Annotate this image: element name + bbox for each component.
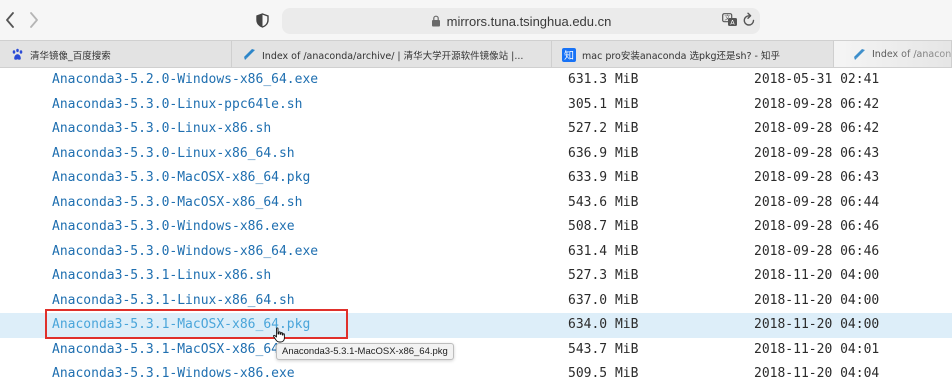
file-link[interactable]: Anaconda3-5.3.0-Windows-x86.exe	[52, 215, 295, 240]
table-row: Anaconda3-5.3.1-Linux-x86.sh 527.3 MiB 2…	[0, 264, 952, 289]
file-date: 2018-11-20 04:00	[754, 317, 880, 332]
zhihu-icon: 知	[562, 47, 576, 62]
file-link[interactable]: Anaconda3-5.3.0-Linux-x86.sh	[52, 117, 271, 142]
back-button[interactable]	[0, 9, 20, 31]
file-size: 636.9 MiB	[568, 145, 639, 161]
file-size: 508.7 MiB	[568, 219, 639, 234]
tab-title: Index of /anaconda/archive/ | 清华大学开源软件镜像…	[262, 50, 524, 62]
file-link[interactable]: Anaconda3-5.3.0-Linux-x86_64.sh	[52, 142, 295, 167]
reload-icon	[743, 12, 755, 26]
file-link[interactable]: Anaconda3-5.3.0-Windows-x86_64.exe	[52, 240, 318, 265]
lock-icon	[431, 15, 440, 27]
file-date: 2018-09-28 06:43	[754, 170, 880, 185]
address-bar[interactable]: mirrors.tuna.tsinghua.edu.cn	[282, 8, 760, 34]
translate-button[interactable]: 文 A	[722, 13, 738, 27]
tab-tuna-archive-active[interactable]: Index of /anaconda/archi	[834, 41, 952, 67]
file-listing: Anaconda3-5.2.0-Windows-x86_64.exe 631.3…	[0, 68, 952, 388]
tab-zhihu[interactable]: 知 mac pro安装anaconda 选pkg还是sh? - 知乎	[552, 41, 834, 67]
table-row-hovered: Anaconda3-5.3.1-MacOSX-x86_64.pkg 634.0 …	[0, 313, 952, 338]
file-date: 2018-05-31 02:41	[754, 72, 880, 87]
file-link[interactable]: Anaconda3-5.3.0-MacOSX-x86_64.sh	[52, 191, 302, 216]
table-row: Anaconda3-5.3.0-Windows-x86.exe 508.7 Mi…	[0, 215, 952, 240]
file-size: 634.0 MiB	[568, 317, 639, 332]
file-link[interactable]: Anaconda3-5.2.0-Windows-x86_64.exe	[52, 68, 318, 93]
svg-text:A: A	[730, 19, 735, 27]
url-text: mirrors.tuna.tsinghua.edu.cn	[446, 13, 612, 29]
chevron-right-icon	[30, 12, 38, 28]
file-date: 2018-09-28 06:44	[754, 194, 880, 210]
file-size: 527.3 MiB	[568, 268, 639, 283]
file-link[interactable]: Anaconda3-5.3.0-Linux-ppc64le.sh	[52, 93, 302, 118]
file-date: 2018-11-20 04:01	[754, 341, 880, 357]
table-row: Anaconda3-5.3.0-MacOSX-x86_64.pkg 633.9 …	[0, 166, 952, 191]
table-row: Anaconda3-5.3.0-MacOSX-x86_64.sh 543.6 M…	[0, 191, 952, 216]
privacy-report-button[interactable]	[253, 11, 271, 29]
file-size: 637.0 MiB	[568, 292, 639, 308]
tab-title: Index of /anaconda/archi	[872, 49, 951, 60]
file-link[interactable]: Anaconda3-5.3.1-MacOSX-x86_64.sh	[52, 338, 302, 363]
table-row: Anaconda3-5.3.0-Linux-ppc64le.sh 305.1 M…	[0, 93, 952, 118]
file-size: 543.6 MiB	[568, 194, 639, 210]
file-size: 509.5 MiB	[568, 366, 639, 381]
file-date: 2018-09-28 06:46	[754, 219, 880, 234]
file-link[interactable]: Anaconda3-5.3.0-MacOSX-x86_64.pkg	[52, 166, 310, 191]
forward-button[interactable]	[24, 9, 44, 31]
file-date: 2018-09-28 06:42	[754, 96, 880, 112]
file-link[interactable]: Anaconda3-5.3.1-Windows-x86.exe	[52, 362, 295, 387]
shield-icon	[255, 12, 269, 28]
file-size: 631.4 MiB	[568, 243, 639, 259]
file-date: 2018-09-28 06:46	[754, 243, 880, 259]
tab-title: 清华镜像_百度搜索	[30, 50, 111, 62]
file-date: 2018-11-20 04:04	[754, 366, 880, 381]
file-size: 305.1 MiB	[568, 96, 639, 112]
table-row: Anaconda3-5.2.0-Windows-x86_64.exe 631.3…	[0, 68, 952, 93]
file-size: 527.2 MiB	[568, 121, 639, 136]
tab-title: mac pro安装anaconda 选pkg还是sh? - 知乎	[582, 50, 780, 62]
file-date: 2018-11-20 04:00	[754, 292, 880, 308]
table-row: Anaconda3-5.3.0-Windows-x86_64.exe 631.4…	[0, 240, 952, 265]
table-row: Anaconda3-5.3.1-Windows-x86.exe 509.5 Mi…	[0, 362, 952, 387]
table-row: Anaconda3-5.3.1-MacOSX-x86_64.sh 543.7 M…	[0, 338, 952, 363]
file-date: 2018-09-28 06:43	[754, 145, 880, 161]
chevron-left-icon	[6, 12, 14, 28]
table-row: Anaconda3-5.3.1-Linux-x86_64.sh 637.0 Mi…	[0, 289, 952, 314]
table-row: Anaconda3-5.3.0-Linux-x86_64.sh 636.9 Mi…	[0, 142, 952, 167]
tuna-icon	[852, 48, 866, 62]
tab-baidu-search[interactable]: 清华镜像_百度搜索	[0, 41, 232, 67]
file-link[interactable]: Anaconda3-5.3.1-Linux-x86.sh	[52, 264, 271, 289]
hand-pointer-cursor-icon	[273, 327, 285, 343]
file-date: 2018-09-28 06:42	[754, 121, 880, 136]
file-size: 631.3 MiB	[568, 72, 639, 87]
tab-strip: 清华镜像_百度搜索 Index of /anaconda/archive/ | …	[0, 40, 952, 68]
file-date: 2018-11-20 04:00	[754, 268, 880, 283]
browser-toolbar: mirrors.tuna.tsinghua.edu.cn 文 A	[0, 0, 952, 40]
table-row: Anaconda3-5.3.0-Linux-x86.sh 527.2 MiB 2…	[0, 117, 952, 142]
baidu-paw-icon	[10, 48, 24, 62]
tab-tuna-archive[interactable]: Index of /anaconda/archive/ | 清华大学开源软件镜像…	[232, 41, 552, 67]
link-tooltip: Anaconda3-5.3.1-MacOSX-x86_64.pkg	[276, 343, 454, 360]
reload-button[interactable]	[742, 12, 756, 28]
tuna-icon	[242, 48, 256, 62]
file-size: 543.7 MiB	[568, 341, 639, 357]
file-size: 633.9 MiB	[568, 170, 639, 185]
file-link[interactable]: Anaconda3-5.3.1-Linux-x86_64.sh	[52, 289, 295, 314]
translate-icon: 文 A	[722, 13, 737, 27]
